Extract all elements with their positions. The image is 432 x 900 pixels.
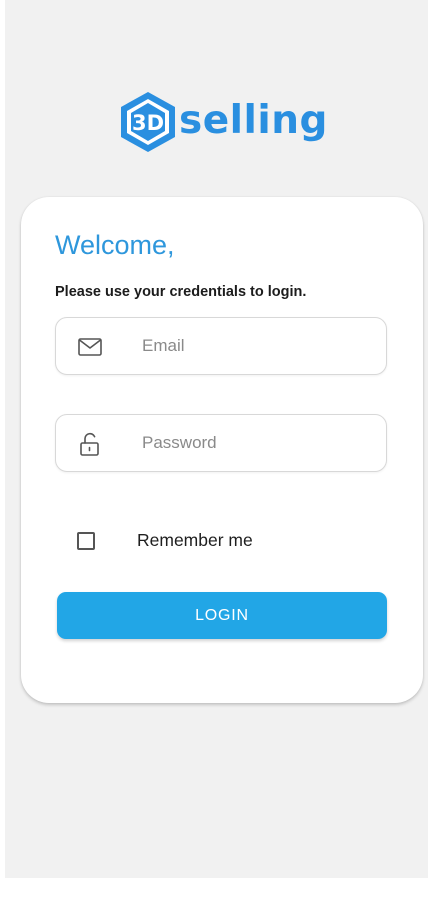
brand-wordmark: selling [179, 97, 328, 143]
remember-me-checkbox[interactable] [77, 531, 95, 550]
unlock-icon [80, 432, 99, 456]
logo-mark-text: 3D [132, 111, 164, 135]
email-field[interactable] [55, 317, 387, 375]
login-card: Welcome, Please use your credentials to … [21, 197, 423, 703]
password-input[interactable] [142, 415, 372, 471]
password-field[interactable] [55, 414, 387, 472]
welcome-heading: Welcome, [55, 230, 175, 260]
app-screen: 3D selling Welcome, Please use your cred… [5, 0, 428, 878]
remember-me-label[interactable]: Remember me [137, 530, 253, 551]
cube-logo-icon: 3D [121, 92, 175, 152]
login-button[interactable]: LOGIN [57, 592, 387, 639]
email-input[interactable] [142, 318, 372, 374]
brand-logo: 3D selling [119, 90, 328, 154]
remember-me-row[interactable]: Remember me [77, 530, 253, 551]
login-instructions: Please use your credentials to login. [55, 284, 307, 300]
envelope-icon [78, 338, 102, 356]
